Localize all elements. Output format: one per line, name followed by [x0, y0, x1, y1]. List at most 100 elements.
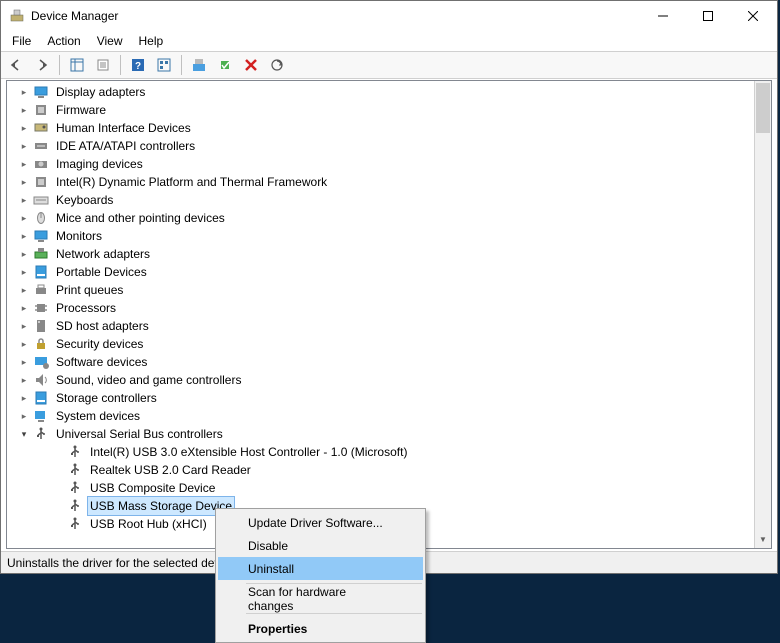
toolbar-show-tree-button[interactable]	[66, 54, 88, 76]
tree-node-cat-11[interactable]: ▸Print queues	[7, 281, 771, 299]
toolbar-separator	[59, 55, 60, 75]
system-icon	[33, 408, 49, 424]
maximize-button[interactable]	[685, 2, 730, 31]
tree-node-cat-3[interactable]: ▸IDE ATA/ATAPI controllers	[7, 137, 771, 155]
context-properties[interactable]: Properties	[218, 617, 423, 640]
expand-icon[interactable]: ▸	[17, 85, 31, 99]
tree-node-usb-cat[interactable]: ▾Universal Serial Bus controllers	[7, 425, 771, 443]
expand-icon	[51, 445, 65, 459]
tree-label: Monitors	[53, 227, 105, 245]
toolbar: ?	[1, 51, 777, 79]
svg-text:?: ?	[135, 61, 141, 72]
expand-icon[interactable]: ▸	[17, 319, 31, 333]
context-update-driver[interactable]: Update Driver Software...	[218, 511, 423, 534]
tree-label: Imaging devices	[53, 155, 146, 173]
tree-node-cat-9[interactable]: ▸Network adapters	[7, 245, 771, 263]
tree-node-cat-5[interactable]: ▸ Intel(R) Dynamic Platform and Thermal F…	[7, 173, 771, 191]
menu-action[interactable]: Action	[40, 32, 87, 50]
tree-label: Sound, video and game controllers	[53, 371, 244, 389]
menu-file[interactable]: File	[5, 32, 38, 50]
toolbar-scan-button[interactable]	[266, 54, 288, 76]
toolbar-forward-button[interactable]	[31, 54, 53, 76]
tree-label: USB Mass Storage Device	[87, 496, 235, 516]
tree-label: Display adapters	[53, 83, 148, 101]
expand-icon[interactable]: ▸	[17, 409, 31, 423]
tree-node-cat-13[interactable]: ▸ SD host adapters	[7, 317, 771, 335]
tree-label: USB Root Hub (xHCI)	[87, 515, 210, 533]
expand-icon[interactable]: ▸	[17, 157, 31, 171]
tree-node-cat-8[interactable]: ▸ Monitors	[7, 227, 771, 245]
tree-node-usb-0[interactable]: Intel(R) USB 3.0 eXtensible Host Control…	[7, 443, 771, 461]
tree-node-cat-15[interactable]: ▸ Software devices	[7, 353, 771, 371]
expand-icon[interactable]: ▸	[17, 229, 31, 243]
collapse-icon[interactable]: ▾	[17, 427, 31, 441]
tree-node-cat-16[interactable]: ▸ Sound, video and game controllers	[7, 371, 771, 389]
expand-icon[interactable]: ▸	[17, 211, 31, 225]
expand-icon[interactable]: ▸	[17, 355, 31, 369]
expand-icon[interactable]: ▸	[17, 139, 31, 153]
tree-label: Mice and other pointing devices	[53, 209, 228, 227]
toolbar-uninstall-button[interactable]	[240, 54, 262, 76]
usb-icon	[67, 444, 83, 460]
toolbar-help-button[interactable]: ?	[127, 54, 149, 76]
toolbar-properties-button[interactable]	[92, 54, 114, 76]
tree-node-usb-1[interactable]: Realtek USB 2.0 Card Reader	[7, 461, 771, 479]
expand-icon[interactable]: ▸	[17, 391, 31, 405]
chip-icon	[33, 174, 49, 190]
chip-icon	[33, 102, 49, 118]
window-title: Device Manager	[31, 9, 640, 23]
tree-node-cat-4[interactable]: ▸ Imaging devices	[7, 155, 771, 173]
toolbar-update-driver-button[interactable]	[188, 54, 210, 76]
expand-icon[interactable]: ▸	[17, 265, 31, 279]
expand-icon[interactable]: ▸	[17, 121, 31, 135]
tree-label: Intel(R) Dynamic Platform and Thermal Fr…	[53, 173, 330, 191]
expand-icon	[51, 481, 65, 495]
expand-icon	[51, 499, 65, 513]
tree-node-cat-18[interactable]: ▸System devices	[7, 407, 771, 425]
context-scan[interactable]: Scan for hardware changes	[218, 587, 423, 610]
context-uninstall[interactable]: Uninstall	[218, 557, 423, 580]
tree-label: Keyboards	[53, 191, 116, 209]
expand-icon[interactable]: ▸	[17, 283, 31, 297]
expand-icon[interactable]: ▸	[17, 103, 31, 117]
app-icon	[9, 8, 25, 24]
expand-icon[interactable]: ▸	[17, 247, 31, 261]
tree-label: Software devices	[53, 353, 150, 371]
expand-icon[interactable]: ▸	[17, 337, 31, 351]
tree-node-usb-2[interactable]: USB Composite Device	[7, 479, 771, 497]
context-disable[interactable]: Disable	[218, 534, 423, 557]
tree-node-cat-6[interactable]: ▸ Keyboards	[7, 191, 771, 209]
tree-node-cat-7[interactable]: ▸ Mice and other pointing devices	[7, 209, 771, 227]
tree-label: Intel(R) USB 3.0 eXtensible Host Control…	[87, 443, 410, 461]
tree-node-cat-2[interactable]: ▸ Human Interface Devices	[7, 119, 771, 137]
menu-help[interactable]: Help	[132, 32, 171, 50]
tree-node-cat-17[interactable]: ▸Storage controllers	[7, 389, 771, 407]
camera-icon	[33, 156, 49, 172]
status-text: Uninstalls the driver for the selected d…	[7, 556, 217, 570]
scroll-thumb[interactable]	[756, 83, 770, 133]
menu-view[interactable]: View	[90, 32, 130, 50]
usb-icon	[67, 480, 83, 496]
toolbar-enable-button[interactable]	[214, 54, 236, 76]
tree-node-cat-1[interactable]: ▸Firmware	[7, 101, 771, 119]
network-icon	[33, 246, 49, 262]
vertical-scrollbar[interactable]: ▲ ▼	[754, 81, 771, 548]
expand-icon[interactable]: ▸	[17, 301, 31, 315]
minimize-button[interactable]	[640, 2, 685, 31]
scroll-down-icon[interactable]: ▼	[755, 531, 771, 548]
toolbar-back-button[interactable]	[5, 54, 27, 76]
expand-icon[interactable]: ▸	[17, 175, 31, 189]
tree-node-cat-0[interactable]: ▸ Display adapters	[7, 83, 771, 101]
title-bar: Device Manager	[1, 1, 777, 31]
expand-icon[interactable]: ▸	[17, 193, 31, 207]
menu-separator	[246, 613, 422, 614]
tree-node-cat-12[interactable]: ▸Processors	[7, 299, 771, 317]
tree-node-cat-14[interactable]: ▸Security devices	[7, 335, 771, 353]
tree-node-cat-10[interactable]: ▸Portable Devices	[7, 263, 771, 281]
tree-label: SD host adapters	[53, 317, 152, 335]
close-button[interactable]	[730, 2, 775, 31]
display-icon	[33, 84, 49, 100]
tree-label: Human Interface Devices	[53, 119, 194, 137]
toolbar-view-button[interactable]	[153, 54, 175, 76]
expand-icon[interactable]: ▸	[17, 373, 31, 387]
